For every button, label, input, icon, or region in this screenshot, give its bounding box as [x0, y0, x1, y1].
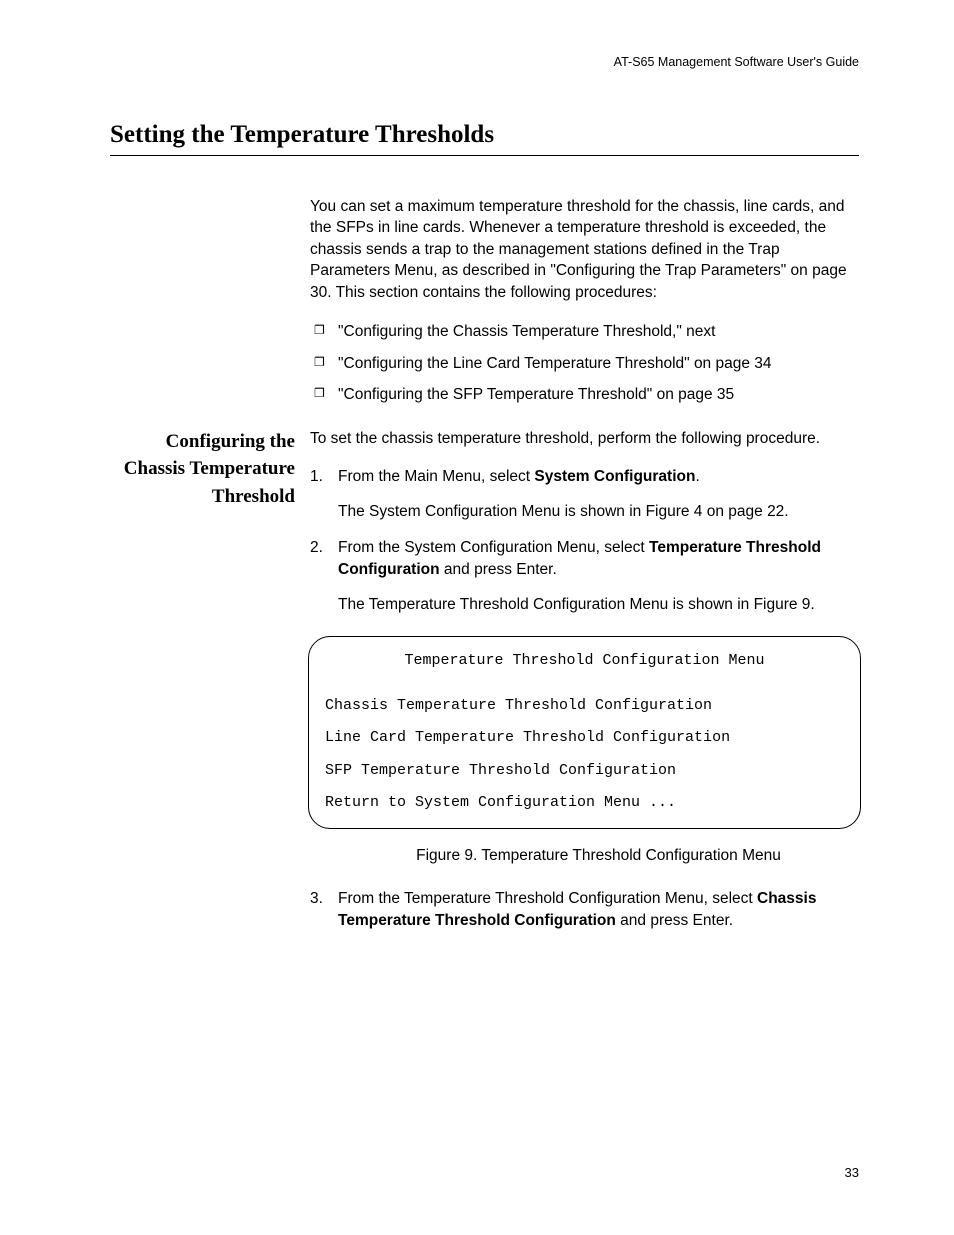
step-text: From the Main Menu, select [338, 468, 534, 485]
menu-screenshot-box: Temperature Threshold Configuration Menu… [308, 636, 861, 829]
menu-line: SFP Temperature Threshold Configuration [325, 763, 844, 780]
step-text: From the Temperature Threshold Configura… [338, 890, 757, 907]
step-bold: System Configuration [534, 468, 695, 485]
lead-paragraph: To set the chassis temperature threshold… [310, 428, 859, 450]
margin-subheading: Configuring the Chassis Temperature Thre… [110, 428, 295, 511]
page-number: 33 [845, 1165, 859, 1180]
step-item: From the System Configuration Menu, sele… [310, 537, 859, 866]
running-header: AT-S65 Management Software User's Guide [110, 55, 859, 69]
figure-caption: Figure 9. Temperature Threshold Configur… [338, 845, 859, 867]
step-note: The System Configuration Menu is shown i… [338, 501, 859, 523]
section-title: Setting the Temperature Thresholds [110, 121, 859, 156]
menu-line: Return to System Configuration Menu ... [325, 795, 844, 812]
step-item: From the Temperature Threshold Configura… [310, 888, 859, 931]
step-text: . [695, 468, 699, 485]
step-item: From the Main Menu, select System Config… [310, 466, 859, 523]
step-note: The Temperature Threshold Configuration … [338, 594, 859, 616]
menu-line: Line Card Temperature Threshold Configur… [325, 730, 844, 747]
menu-title: Temperature Threshold Configuration Menu [325, 653, 844, 670]
menu-line: Chassis Temperature Threshold Configurat… [325, 698, 844, 715]
step-text: and press Enter. [440, 561, 557, 578]
bullet-item: "Configuring the Chassis Temperature Thr… [310, 321, 859, 343]
step-text: and press Enter. [616, 912, 733, 929]
procedure-steps: From the Main Menu, select System Config… [310, 466, 859, 932]
step-text: From the System Configuration Menu, sele… [338, 539, 649, 556]
procedure-bullet-list: "Configuring the Chassis Temperature Thr… [310, 321, 859, 406]
bullet-item: "Configuring the SFP Temperature Thresho… [310, 384, 859, 406]
intro-paragraph: You can set a maximum temperature thresh… [310, 196, 859, 303]
bullet-item: "Configuring the Line Card Temperature T… [310, 353, 859, 375]
